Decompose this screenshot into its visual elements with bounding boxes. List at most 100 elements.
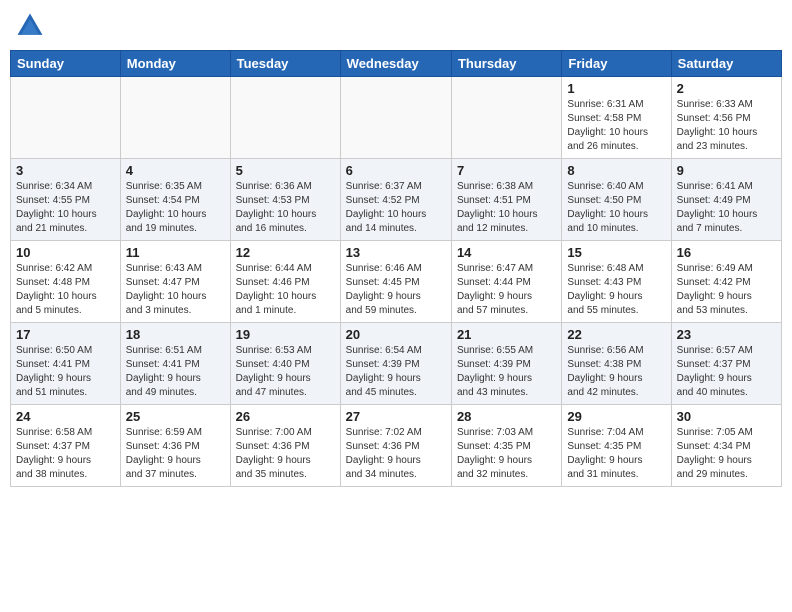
calendar-cell: 23 Sunrise: 6:57 AM Sunset: 4:37 PM Dayli… (671, 323, 781, 405)
day-info: Sunrise: 7:02 AM Sunset: 4:36 PM Dayligh… (346, 426, 446, 482)
calendar-cell: 12 Sunrise: 6:44 AM Sunset: 4:46 PM Dayli… (230, 241, 340, 323)
day-info: Sunrise: 6:37 AM Sunset: 4:52 PM Dayligh… (346, 180, 446, 236)
calendar-cell: 22 Sunrise: 6:56 AM Sunset: 4:38 PM Dayli… (562, 323, 671, 405)
calendar-cell: 7 Sunrise: 6:38 AM Sunset: 4:51 PM Daylig… (451, 159, 561, 241)
col-header-thursday: Thursday (451, 51, 561, 77)
day-number: 29 (567, 409, 665, 424)
calendar-cell: 25 Sunrise: 6:59 AM Sunset: 4:36 PM Dayli… (120, 405, 230, 487)
col-header-saturday: Saturday (671, 51, 781, 77)
day-info: Sunrise: 6:43 AM Sunset: 4:47 PM Dayligh… (126, 262, 225, 318)
day-number: 28 (457, 409, 556, 424)
day-number: 7 (457, 163, 556, 178)
day-number: 15 (567, 245, 665, 260)
day-info: Sunrise: 6:51 AM Sunset: 4:41 PM Dayligh… (126, 344, 225, 400)
day-number: 18 (126, 327, 225, 342)
day-info: Sunrise: 6:41 AM Sunset: 4:49 PM Dayligh… (677, 180, 776, 236)
day-number: 24 (16, 409, 115, 424)
col-header-tuesday: Tuesday (230, 51, 340, 77)
day-number: 25 (126, 409, 225, 424)
calendar-cell: 11 Sunrise: 6:43 AM Sunset: 4:47 PM Dayli… (120, 241, 230, 323)
day-number: 8 (567, 163, 665, 178)
day-number: 6 (346, 163, 446, 178)
day-number: 9 (677, 163, 776, 178)
calendar-cell: 3Sunrise: 6:34 AM Sunset: 4:55 PM Daylig… (11, 159, 121, 241)
calendar-cell: 2 Sunrise: 6:33 AM Sunset: 4:56 PM Daylig… (671, 77, 781, 159)
day-info: Sunrise: 6:44 AM Sunset: 4:46 PM Dayligh… (236, 262, 335, 318)
calendar-cell (120, 77, 230, 159)
day-number: 30 (677, 409, 776, 424)
day-info: Sunrise: 6:50 AM Sunset: 4:41 PM Dayligh… (16, 344, 115, 400)
day-number: 1 (567, 81, 665, 96)
day-number: 2 (677, 81, 776, 96)
calendar-cell: 8 Sunrise: 6:40 AM Sunset: 4:50 PM Daylig… (562, 159, 671, 241)
day-number: 20 (346, 327, 446, 342)
calendar-cell: 27Sunrise: 7:02 AM Sunset: 4:36 PM Dayli… (340, 405, 451, 487)
day-info: Sunrise: 7:05 AM Sunset: 4:34 PM Dayligh… (677, 426, 776, 482)
day-info: Sunrise: 6:53 AM Sunset: 4:40 PM Dayligh… (236, 344, 335, 400)
day-number: 10 (16, 245, 115, 260)
logo-icon (14, 10, 46, 42)
day-info: Sunrise: 6:55 AM Sunset: 4:39 PM Dayligh… (457, 344, 556, 400)
day-number: 22 (567, 327, 665, 342)
day-number: 17 (16, 327, 115, 342)
day-info: Sunrise: 6:58 AM Sunset: 4:37 PM Dayligh… (16, 426, 115, 482)
day-info: Sunrise: 6:42 AM Sunset: 4:48 PM Dayligh… (16, 262, 115, 318)
day-info: Sunrise: 7:00 AM Sunset: 4:36 PM Dayligh… (236, 426, 335, 482)
calendar-week-row: 3Sunrise: 6:34 AM Sunset: 4:55 PM Daylig… (11, 159, 782, 241)
day-number: 3 (16, 163, 115, 178)
calendar-cell: 24 Sunrise: 6:58 AM Sunset: 4:37 PM Dayli… (11, 405, 121, 487)
calendar-cell: 10 Sunrise: 6:42 AM Sunset: 4:48 PM Dayli… (11, 241, 121, 323)
day-info: Sunrise: 6:49 AM Sunset: 4:42 PM Dayligh… (677, 262, 776, 318)
calendar-cell: 20 Sunrise: 6:54 AM Sunset: 4:39 PM Dayli… (340, 323, 451, 405)
day-info: Sunrise: 6:59 AM Sunset: 4:36 PM Dayligh… (126, 426, 225, 482)
calendar-cell: 26 Sunrise: 7:00 AM Sunset: 4:36 PM Dayli… (230, 405, 340, 487)
day-info: Sunrise: 6:48 AM Sunset: 4:43 PM Dayligh… (567, 262, 665, 318)
calendar-cell: 1 Sunrise: 6:31 AM Sunset: 4:58 PM Daylig… (562, 77, 671, 159)
calendar-cell: 9 Sunrise: 6:41 AM Sunset: 4:49 PM Daylig… (671, 159, 781, 241)
calendar-cell: 5 Sunrise: 6:36 AM Sunset: 4:53 PM Daylig… (230, 159, 340, 241)
day-info: Sunrise: 7:04 AM Sunset: 4:35 PM Dayligh… (567, 426, 665, 482)
day-number: 11 (126, 245, 225, 260)
calendar-week-row: 1 Sunrise: 6:31 AM Sunset: 4:58 PM Daylig… (11, 77, 782, 159)
day-number: 4 (126, 163, 225, 178)
calendar-cell: 18 Sunrise: 6:51 AM Sunset: 4:41 PM Dayli… (120, 323, 230, 405)
calendar-week-row: 24 Sunrise: 6:58 AM Sunset: 4:37 PM Dayli… (11, 405, 782, 487)
day-number: 19 (236, 327, 335, 342)
calendar-cell: 13 Sunrise: 6:46 AM Sunset: 4:45 PM Dayli… (340, 241, 451, 323)
day-number: 21 (457, 327, 556, 342)
day-info: Sunrise: 6:56 AM Sunset: 4:38 PM Dayligh… (567, 344, 665, 400)
day-info: Sunrise: 6:46 AM Sunset: 4:45 PM Dayligh… (346, 262, 446, 318)
day-info: Sunrise: 7:03 AM Sunset: 4:35 PM Dayligh… (457, 426, 556, 482)
day-info: Sunrise: 6:54 AM Sunset: 4:39 PM Dayligh… (346, 344, 446, 400)
col-header-wednesday: Wednesday (340, 51, 451, 77)
calendar-cell: 15 Sunrise: 6:48 AM Sunset: 4:43 PM Dayli… (562, 241, 671, 323)
calendar-table: SundayMondayTuesdayWednesdayThursdayFrid… (10, 50, 782, 487)
day-number: 5 (236, 163, 335, 178)
day-info: Sunrise: 6:33 AM Sunset: 4:56 PM Dayligh… (677, 98, 776, 154)
col-header-friday: Friday (562, 51, 671, 77)
day-number: 14 (457, 245, 556, 260)
page-header (10, 10, 782, 42)
calendar-cell: 21 Sunrise: 6:55 AM Sunset: 4:39 PM Dayli… (451, 323, 561, 405)
day-info: Sunrise: 6:40 AM Sunset: 4:50 PM Dayligh… (567, 180, 665, 236)
day-info: Sunrise: 6:38 AM Sunset: 4:51 PM Dayligh… (457, 180, 556, 236)
day-number: 12 (236, 245, 335, 260)
calendar-cell: 28 Sunrise: 7:03 AM Sunset: 4:35 PM Dayli… (451, 405, 561, 487)
calendar-cell (11, 77, 121, 159)
day-info: Sunrise: 6:57 AM Sunset: 4:37 PM Dayligh… (677, 344, 776, 400)
day-info: Sunrise: 6:36 AM Sunset: 4:53 PM Dayligh… (236, 180, 335, 236)
col-header-monday: Monday (120, 51, 230, 77)
calendar-cell: 4 Sunrise: 6:35 AM Sunset: 4:54 PM Daylig… (120, 159, 230, 241)
day-number: 26 (236, 409, 335, 424)
calendar-week-row: 17 Sunrise: 6:50 AM Sunset: 4:41 PM Dayli… (11, 323, 782, 405)
col-header-sunday: Sunday (11, 51, 121, 77)
day-info: Sunrise: 6:31 AM Sunset: 4:58 PM Dayligh… (567, 98, 665, 154)
calendar-cell: 19 Sunrise: 6:53 AM Sunset: 4:40 PM Dayli… (230, 323, 340, 405)
day-number: 13 (346, 245, 446, 260)
day-info: Sunrise: 6:47 AM Sunset: 4:44 PM Dayligh… (457, 262, 556, 318)
day-info: Sunrise: 6:35 AM Sunset: 4:54 PM Dayligh… (126, 180, 225, 236)
day-number: 16 (677, 245, 776, 260)
logo (14, 10, 50, 42)
calendar-header-row: SundayMondayTuesdayWednesdayThursdayFrid… (11, 51, 782, 77)
day-number: 23 (677, 327, 776, 342)
